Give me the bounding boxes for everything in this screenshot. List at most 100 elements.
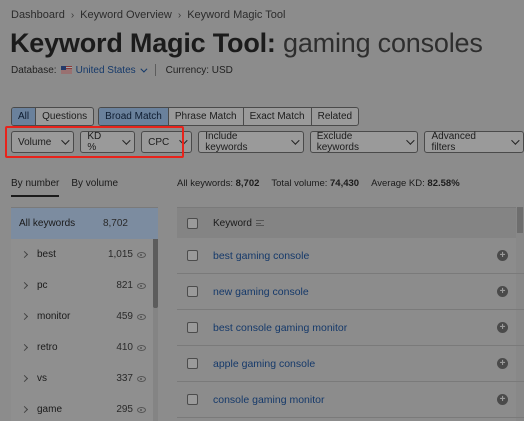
group-item[interactable]: vs 337	[11, 363, 158, 394]
column-header-keyword[interactable]: Keyword	[213, 218, 252, 229]
average-kd-stat: Average KD: 82.58%	[371, 178, 460, 189]
match-tabs: All Questions Broad Match Phrase Match E…	[11, 107, 360, 126]
table-row: new gaming console +	[177, 274, 524, 310]
row-checkbox[interactable]	[187, 394, 198, 405]
keyword-stats: All keywords: 8,702 Total volume: 74,430…	[177, 178, 460, 189]
chevron-right-icon[interactable]	[20, 312, 29, 321]
tab-by-volume[interactable]: By volume	[71, 178, 118, 197]
table-row: best gaming console +	[177, 238, 524, 274]
total-volume-label: Total volume:	[271, 178, 328, 189]
group-count: 821	[116, 280, 133, 291]
keyword-link[interactable]: best gaming console	[213, 250, 497, 262]
group-name: All keywords	[19, 218, 76, 229]
total-volume-value: 74,430	[330, 178, 360, 189]
keyword-link[interactable]: new gaming console	[213, 286, 497, 298]
include-keywords-label: Include keywords	[205, 131, 248, 153]
group-sort-tabs: By number By volume	[11, 178, 118, 197]
page-title: Keyword Magic Tool: gaming consoles	[10, 28, 483, 59]
eye-icon[interactable]	[137, 375, 146, 382]
tab-exact-match[interactable]: Exact Match	[244, 108, 312, 125]
advanced-filters-label: Advanced filters	[431, 131, 476, 153]
eye-icon[interactable]	[137, 313, 146, 320]
database-currency-bar: Database: United States Currency: USD	[11, 64, 233, 76]
group-count: 8,702	[102, 218, 128, 229]
chevron-right-icon[interactable]	[20, 250, 29, 259]
add-to-list-icon[interactable]: +	[497, 358, 508, 369]
eye-icon[interactable]	[137, 251, 146, 258]
match-type-tab-group: Broad Match Phrase Match Exact Match Rel…	[98, 107, 360, 126]
tab-questions[interactable]: Questions	[36, 108, 93, 125]
group-name: best	[37, 249, 56, 260]
highlight-box	[5, 126, 184, 158]
add-to-list-icon[interactable]: +	[497, 394, 508, 405]
divider	[154, 64, 156, 76]
group-name: monitor	[37, 311, 71, 322]
advanced-filters-dropdown[interactable]: Advanced filters	[424, 131, 524, 153]
group-item[interactable]: monitor 459	[11, 301, 158, 332]
group-name: vs	[37, 373, 47, 384]
database-label: Database:	[11, 64, 57, 76]
exclude-keywords-label: Exclude keywords	[316, 131, 359, 153]
keyword-link[interactable]: best console gaming monitor	[213, 322, 497, 334]
row-checkbox[interactable]	[187, 322, 198, 333]
group-name: pc	[37, 280, 48, 291]
tab-by-number[interactable]: By number	[11, 178, 60, 197]
table-row: best console gaming monitor +	[177, 310, 524, 346]
chevron-right-icon[interactable]	[20, 281, 29, 290]
chevron-right-icon: ›	[177, 9, 182, 21]
group-name: game	[37, 404, 63, 415]
breadcrumb: Dashboard › Keyword Overview › Keyword M…	[11, 9, 285, 21]
group-item[interactable]: game 295	[11, 394, 158, 421]
chevron-down-icon	[290, 136, 300, 145]
database-selector[interactable]: United States	[76, 65, 136, 76]
breadcrumb-current: Keyword Magic Tool	[187, 9, 286, 21]
chevron-right-icon[interactable]	[20, 374, 29, 383]
tab-phrase-match[interactable]: Phrase Match	[169, 108, 244, 125]
eye-icon[interactable]	[137, 282, 146, 289]
keyword-link[interactable]: console gaming monitor	[213, 394, 497, 406]
table-scrollbar-thumb[interactable]	[517, 207, 523, 233]
sort-icon[interactable]	[255, 220, 264, 226]
questions-tab-group: All Questions	[11, 107, 95, 126]
tab-broad-match[interactable]: Broad Match	[99, 108, 169, 125]
group-count: 295	[116, 404, 133, 415]
chevron-down-icon[interactable]	[140, 65, 148, 73]
group-all-keywords[interactable]: All keywords 8,702	[11, 208, 158, 239]
group-count: 410	[116, 342, 133, 353]
group-count: 1,015	[107, 249, 133, 260]
table-header: Keyword	[177, 207, 524, 238]
average-kd-label: Average KD:	[371, 178, 425, 189]
tab-related[interactable]: Related	[312, 108, 358, 125]
row-checkbox[interactable]	[187, 358, 198, 369]
exclude-keywords-dropdown[interactable]: Exclude keywords	[309, 131, 419, 153]
breadcrumb-keyword-overview[interactable]: Keyword Overview	[80, 9, 172, 21]
row-checkbox[interactable]	[187, 250, 198, 261]
group-item[interactable]: pc 821	[11, 270, 158, 301]
average-kd-value: 82.58%	[427, 178, 460, 189]
select-all-checkbox[interactable]	[187, 217, 198, 229]
include-keywords-dropdown[interactable]: Include keywords	[198, 131, 304, 153]
add-to-list-icon[interactable]: +	[497, 286, 508, 297]
keyword-link[interactable]: apple gaming console	[213, 358, 497, 370]
keyword-table: Keyword best gaming console + new gaming…	[177, 207, 524, 421]
group-item[interactable]: retro 410	[11, 332, 158, 363]
keyword-groups-panel: All keywords 8,702 best 1,015 pc 821 mon…	[11, 207, 158, 421]
group-item[interactable]: best 1,015	[11, 239, 158, 270]
add-to-list-icon[interactable]: +	[497, 250, 508, 261]
currency-label: Currency: USD	[165, 64, 233, 76]
tab-all[interactable]: All	[12, 108, 37, 125]
group-name: retro	[37, 342, 58, 353]
chevron-right-icon: ›	[70, 9, 75, 21]
chevron-down-icon	[511, 136, 520, 145]
row-checkbox[interactable]	[187, 286, 198, 297]
add-to-list-icon[interactable]: +	[497, 322, 508, 333]
all-keywords-stat: All keywords: 8,702	[177, 178, 259, 189]
chevron-right-icon[interactable]	[20, 343, 29, 352]
chevron-right-icon[interactable]	[20, 405, 29, 414]
page-title-tool: Keyword Magic Tool:	[10, 28, 276, 58]
eye-icon[interactable]	[137, 406, 146, 413]
breadcrumb-dashboard[interactable]: Dashboard	[11, 9, 65, 21]
group-count: 459	[116, 311, 133, 322]
eye-icon[interactable]	[137, 344, 146, 351]
us-flag-icon	[60, 66, 72, 74]
